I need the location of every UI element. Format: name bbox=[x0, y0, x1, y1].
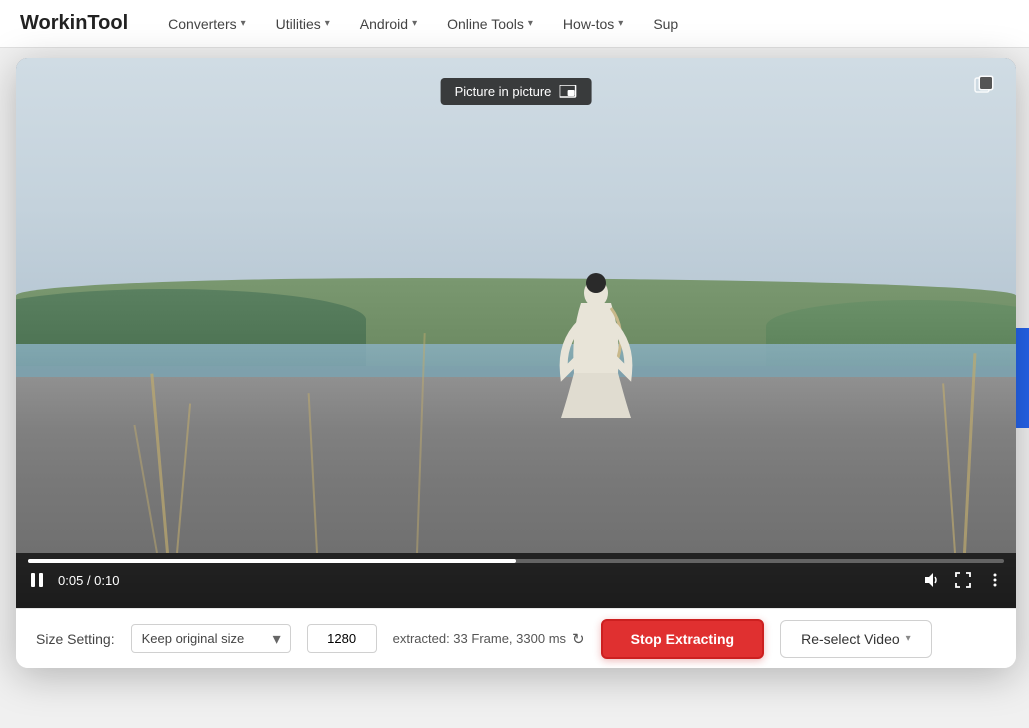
refresh-icon[interactable]: ↻ bbox=[572, 630, 585, 648]
time-display: 0:05 / 0:10 bbox=[58, 573, 119, 588]
site-logo[interactable]: WorkinTool bbox=[20, 12, 128, 35]
size-setting-label: Size Setting: bbox=[36, 631, 115, 647]
nav-utilities[interactable]: Utilities ▾ bbox=[276, 16, 330, 32]
progress-bar[interactable] bbox=[28, 559, 1004, 563]
volume-button[interactable] bbox=[922, 571, 940, 589]
main-nav: Converters ▾ Utilities ▾ Android ▾ Onlin… bbox=[168, 16, 678, 32]
chevron-down-icon: ▾ bbox=[241, 18, 246, 29]
video-controls: 0:05 / 0:10 bbox=[16, 553, 1016, 608]
extracted-info: extracted: 33 Frame, 3300 ms ↻ bbox=[393, 630, 585, 648]
reselect-video-button[interactable]: Re-select Video ▾ bbox=[780, 620, 932, 658]
chevron-down-icon: ▾ bbox=[528, 18, 533, 29]
size-select-wrapper: Keep original size bbox=[131, 624, 291, 653]
nav-how-tos[interactable]: How-tos ▾ bbox=[563, 16, 623, 32]
chevron-down-icon: ▾ bbox=[618, 18, 623, 29]
more-options-button[interactable] bbox=[986, 571, 1004, 589]
size-select[interactable]: Keep original size bbox=[131, 624, 291, 653]
fullscreen-button[interactable] bbox=[954, 571, 972, 589]
nav-converters[interactable]: Converters ▾ bbox=[168, 16, 246, 32]
header: WorkinTool Converters ▾ Utilities ▾ Andr… bbox=[0, 0, 1029, 48]
video-modal: Picture in picture bbox=[16, 58, 1016, 668]
nav-online-tools[interactable]: Online Tools ▾ bbox=[447, 16, 533, 32]
copy-icon[interactable] bbox=[972, 73, 996, 103]
chevron-down-icon: ▾ bbox=[325, 18, 330, 29]
chevron-down-icon: ▾ bbox=[906, 633, 911, 644]
video-player-area: Picture in picture bbox=[16, 58, 1016, 608]
controls-row: 0:05 / 0:10 bbox=[28, 571, 1004, 589]
nav-sup[interactable]: Sup bbox=[653, 16, 678, 32]
bottom-toolbar: Size Setting: Keep original size extract… bbox=[16, 608, 1016, 668]
fullscreen-icon bbox=[954, 571, 972, 589]
screenshot-icon bbox=[972, 73, 996, 97]
pause-icon bbox=[28, 571, 46, 589]
video-frame bbox=[16, 58, 1016, 608]
chevron-down-icon: ▾ bbox=[412, 18, 417, 29]
pause-button[interactable] bbox=[28, 571, 46, 589]
progress-fill bbox=[28, 559, 516, 563]
pip-tooltip[interactable]: Picture in picture bbox=[441, 78, 592, 105]
nav-android[interactable]: Android ▾ bbox=[360, 16, 417, 32]
modal-container: Picture in picture bbox=[16, 58, 1029, 728]
volume-icon bbox=[922, 571, 940, 589]
pip-icon bbox=[559, 85, 577, 99]
page-background: Picture in picture bbox=[0, 48, 1029, 728]
stop-extracting-button[interactable]: Stop Extracting bbox=[601, 619, 764, 659]
right-controls bbox=[922, 571, 1004, 589]
width-input[interactable] bbox=[307, 624, 377, 653]
person-silhouette bbox=[556, 273, 636, 473]
more-options-icon bbox=[986, 571, 1004, 589]
